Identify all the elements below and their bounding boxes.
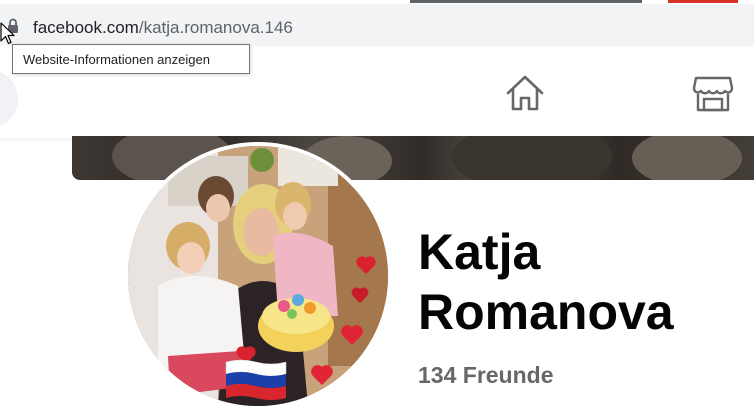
url-domain: facebook.com	[33, 18, 139, 37]
url-text[interactable]: facebook.com/katja.romanova.146	[33, 18, 293, 38]
cover-stone	[632, 136, 742, 180]
profile-name-last: Romanova	[418, 284, 674, 340]
url-path: /katja.romanova.146	[138, 18, 293, 37]
profile-photo	[128, 146, 388, 406]
mouse-cursor-icon	[0, 22, 15, 45]
site-info-tooltip: Website-Informationen anzeigen	[12, 44, 250, 74]
page: facebook.com/katja.romanova.146 Website-…	[0, 0, 754, 410]
home-icon[interactable]	[504, 72, 546, 114]
tab-close-fragment[interactable]	[668, 0, 738, 3]
profile-name-first: Katja	[418, 224, 541, 280]
search-button[interactable]	[0, 70, 18, 128]
profile-name: Katja Romanova	[418, 222, 674, 342]
address-bar[interactable]: facebook.com/katja.romanova.146	[0, 4, 754, 46]
marketplace-icon[interactable]	[692, 72, 734, 114]
tab-strip-fragment	[410, 0, 642, 3]
friends-count-link[interactable]: 134 Freunde	[418, 362, 554, 389]
profile-picture[interactable]	[128, 146, 388, 406]
cover-stone	[452, 136, 612, 180]
